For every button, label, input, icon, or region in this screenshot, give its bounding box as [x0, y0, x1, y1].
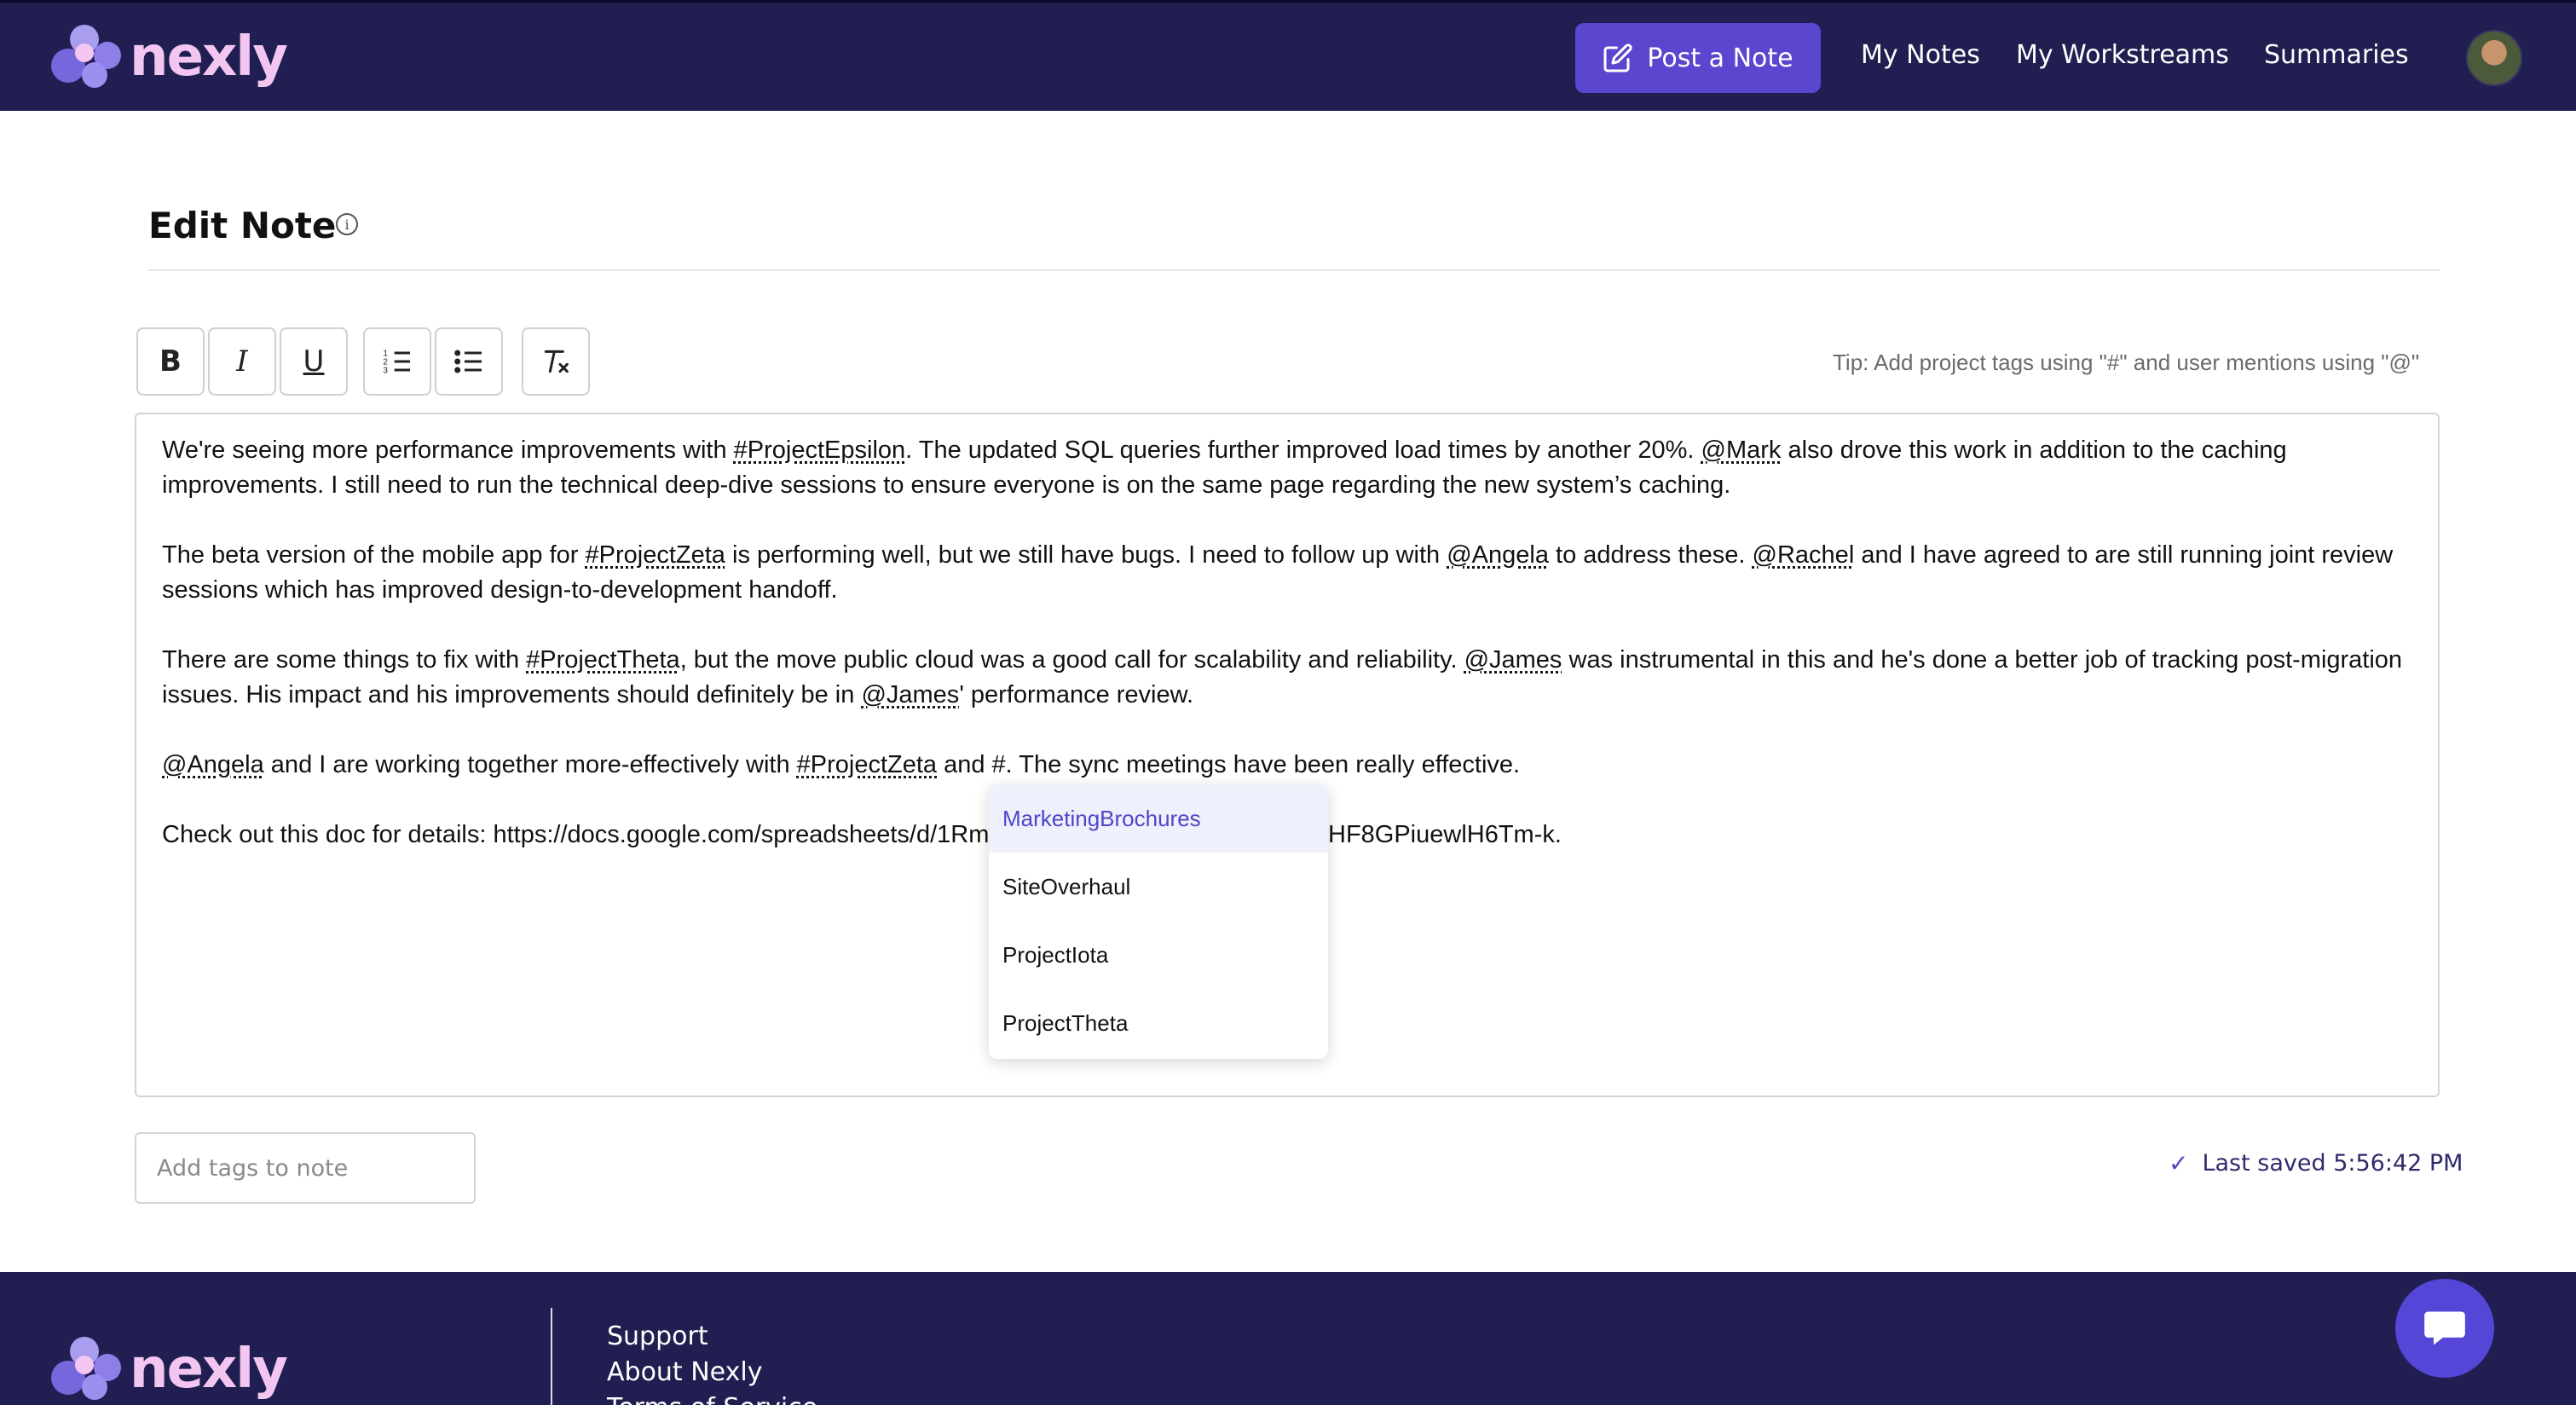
bullet-list-icon: [454, 350, 482, 373]
footer-link-about[interactable]: About Nexly: [607, 1357, 762, 1387]
project-tag[interactable]: #ProjectEpsilon: [734, 437, 906, 464]
bullet-list-button[interactable]: [435, 327, 503, 396]
post-a-note-label: Post a Note: [1647, 43, 1793, 73]
nav-my-notes[interactable]: My Notes: [1861, 40, 1980, 70]
editor-paragraph-4[interactable]: @Angela and I are working together more-…: [162, 748, 2412, 783]
chat-button[interactable]: [2395, 1279, 2494, 1378]
tag-suggestion-dropdown: MarketingBrochures SiteOverhaul ProjectI…: [989, 784, 1328, 1059]
editor-paragraph-2[interactable]: The beta version of the mobile app for #…: [162, 538, 2412, 608]
footer-logo[interactable]: nexly: [51, 1337, 288, 1402]
editor-tip: Tip: Add project tags using "#" and user…: [1833, 350, 2420, 375]
nav-my-workstreams[interactable]: My Workstreams: [2016, 40, 2229, 70]
ordered-list-button[interactable]: 1 2 3: [363, 327, 431, 396]
project-tag[interactable]: #ProjectTheta: [526, 646, 680, 674]
user-mention[interactable]: @Rachel: [1753, 541, 1855, 569]
editor-paragraph-1[interactable]: We're seeing more performance improvemen…: [162, 433, 2412, 503]
footer-link-support[interactable]: Support: [607, 1321, 708, 1351]
footer: nexly Support About Nexly Terms of Servi…: [0, 1272, 2576, 1405]
ordered-list-icon: 1 2 3: [383, 349, 410, 375]
project-tag[interactable]: #ProjectZeta: [586, 541, 725, 569]
bold-button[interactable]: B: [136, 327, 205, 396]
footer-divider: [551, 1308, 552, 1405]
user-mention[interactable]: @Angela: [162, 751, 264, 778]
underline-button[interactable]: U: [280, 327, 348, 396]
user-mention[interactable]: @Mark: [1701, 437, 1782, 464]
add-tags-input[interactable]: [135, 1132, 476, 1204]
bold-icon: B: [159, 344, 182, 379]
underline-icon: U: [303, 344, 325, 379]
top-navigation-bar: nexly Post a Note My Notes My Workstream…: [0, 0, 2576, 111]
project-tag[interactable]: #ProjectZeta: [797, 751, 937, 778]
post-a-note-button[interactable]: Post a Note: [1575, 23, 1821, 93]
user-mention[interactable]: @James: [861, 681, 959, 708]
page-title: Edit Note: [148, 205, 337, 246]
user-mention[interactable]: @Angela: [1447, 541, 1549, 569]
italic-button[interactable]: I: [208, 327, 276, 396]
edit-icon: [1603, 43, 1633, 72]
logo-mark-icon: [51, 1337, 123, 1402]
footer-link-terms[interactable]: Terms of Service: [607, 1393, 817, 1405]
editor-paragraph-5b[interactable]: HF8GPiuewlH6Tm-k.: [1328, 818, 1562, 853]
title-divider: [148, 269, 2440, 271]
clear-formatting-icon: [544, 350, 569, 373]
info-icon[interactable]: i: [336, 213, 358, 235]
chat-bubble-icon: [2424, 1311, 2465, 1345]
suggestion-item[interactable]: SiteOverhaul: [989, 853, 1328, 921]
last-saved-text: Last saved 5:56:42 PM: [2202, 1150, 2463, 1177]
save-status: ✓ Last saved 5:56:42 PM: [2169, 1149, 2463, 1177]
editor-paragraph-5a[interactable]: Check out this doc for details: https://…: [162, 818, 1002, 853]
nexly-logo[interactable]: nexly: [51, 25, 288, 90]
suggestion-item[interactable]: ProjectTheta: [989, 989, 1328, 1057]
svg-text:3: 3: [383, 366, 388, 375]
italic-icon: I: [236, 344, 248, 379]
logo-text: nexly: [130, 26, 288, 89]
suggestion-item[interactable]: MarketingBrochures: [989, 784, 1328, 853]
check-icon: ✓: [2169, 1149, 2189, 1177]
nav-summaries[interactable]: Summaries: [2264, 40, 2409, 70]
clear-formatting-button[interactable]: [522, 327, 590, 396]
logo-text: nexly: [130, 1338, 288, 1401]
suggestion-item[interactable]: ProjectIota: [989, 921, 1328, 989]
user-mention[interactable]: @James: [1464, 646, 1562, 674]
user-avatar[interactable]: [2466, 30, 2522, 86]
editor-paragraph-3[interactable]: There are some things to fix with #Proje…: [162, 643, 2412, 713]
logo-mark-icon: [51, 25, 123, 90]
